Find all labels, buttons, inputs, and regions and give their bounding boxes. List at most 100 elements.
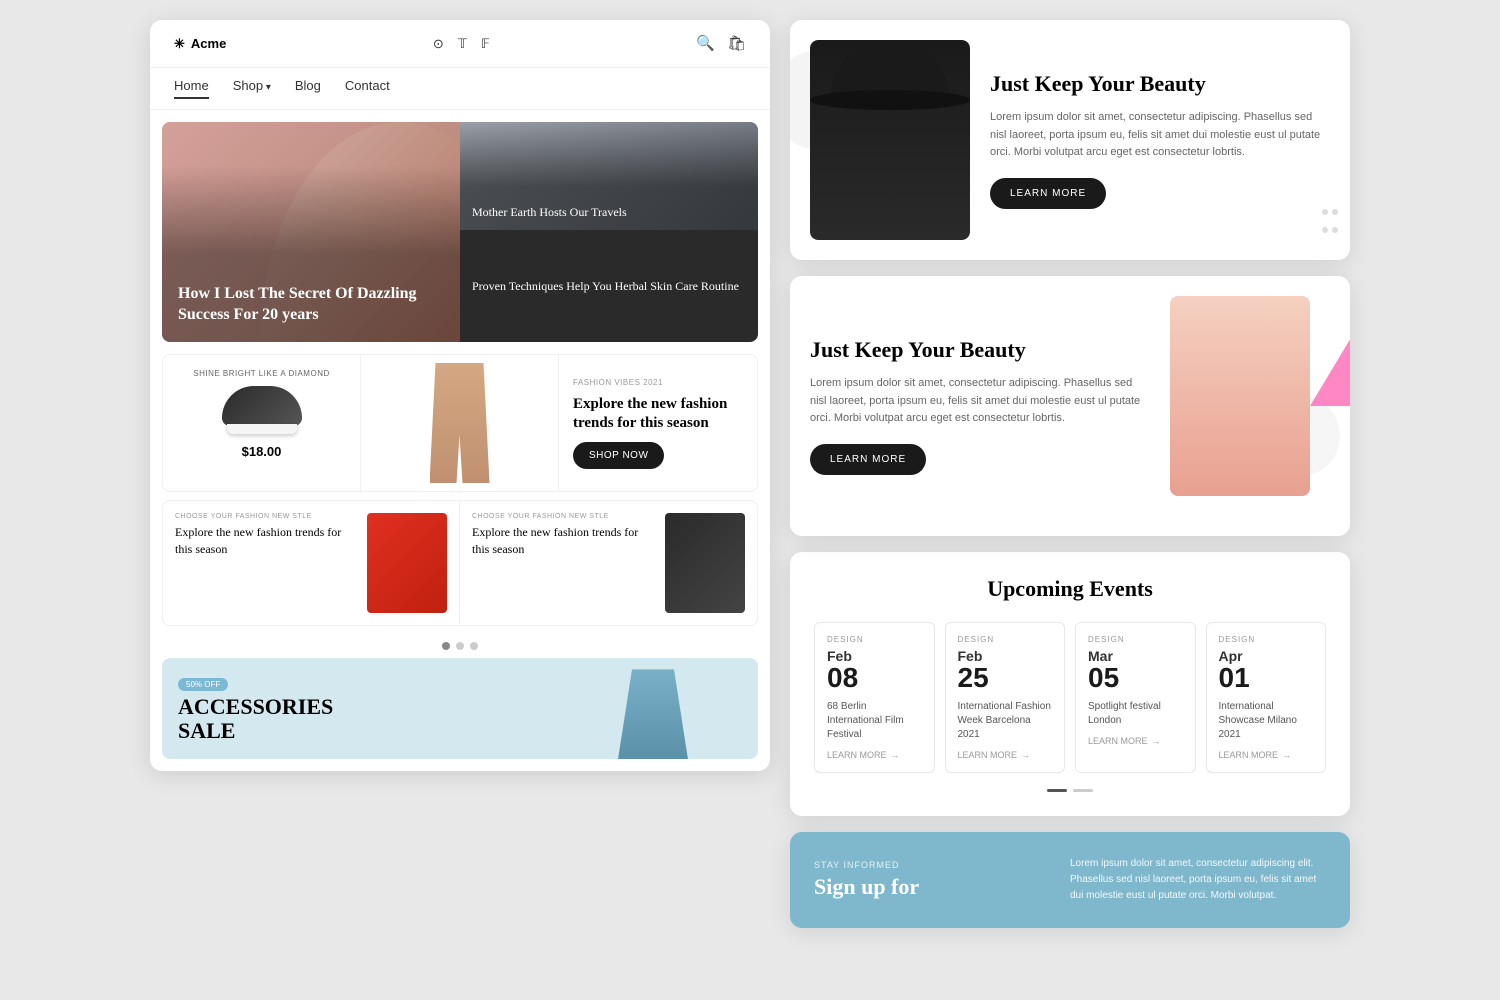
fashion-card-1-image — [367, 513, 447, 613]
products-section: SHINE BRIGHT LIKE A DIAMOND $18.00 FASHI… — [162, 354, 758, 492]
accessories-section: 50% OFF ACCESSORIES SALE — [162, 658, 758, 759]
event-2-day: 25 — [958, 664, 1053, 692]
black-coat-image — [665, 513, 745, 613]
beauty-top-section: Just Keep Your Beauty Lorem ipsum dolor … — [790, 20, 1350, 260]
events-title: Upcoming Events — [814, 576, 1326, 602]
event-card-4: DESIGN Apr 01 International Showcase Mil… — [1206, 622, 1327, 773]
product-pants-card — [361, 355, 559, 491]
carousel-dots — [150, 634, 770, 658]
events-pagination — [814, 789, 1326, 792]
page-dot-2[interactable] — [1073, 789, 1093, 792]
events-section: Upcoming Events DESIGN Feb 08 68 Berlin … — [790, 552, 1350, 816]
beauty-bottom-section: Just Keep Your Beauty Lorem ipsum dolor … — [790, 276, 1350, 536]
event-1-day: 08 — [827, 664, 922, 692]
accessories-figure — [618, 669, 698, 759]
instagram-icon[interactable]: ⊙ — [433, 36, 444, 52]
social-icons: ⊙ 𝕋 𝔽 — [433, 36, 490, 52]
beauty-model-left — [810, 40, 970, 240]
hero-top-right-card: Mother Earth Hosts Our Travels — [460, 122, 758, 230]
event-3-learn-more[interactable]: LEARN MORE → — [1088, 736, 1183, 746]
shoe-image — [222, 386, 302, 436]
header-action-icons: 🔍 🛍 — [696, 34, 746, 53]
promo-label: FASHION VIBES 2021 — [573, 378, 743, 387]
event-4-name: International Showcase Milano 2021 — [1219, 700, 1314, 742]
event-4-category: DESIGN — [1219, 635, 1314, 644]
shop-now-button[interactable]: SHOP NOW — [573, 442, 664, 469]
shoe-shape — [222, 386, 302, 426]
accessories-title: ACCESSORIES SALE — [178, 695, 333, 743]
accessories-text: 50% OFF ACCESSORIES SALE — [178, 674, 333, 743]
fashion-card-1-text: CHOOSE YOUR FASHION NEW STLE Explore the… — [175, 513, 359, 613]
event-1-learn-more[interactable]: LEARN MORE → — [827, 750, 922, 760]
right-panel: Just Keep Your Beauty Lorem ipsum dolor … — [790, 20, 1350, 928]
product-shoe-card: SHINE BRIGHT LIKE A DIAMOND $18.00 — [163, 355, 361, 491]
dot-2[interactable] — [456, 642, 464, 650]
black-coat-model — [810, 40, 970, 240]
facebook-icon[interactable]: 𝔽 — [481, 36, 490, 52]
beauty-bottom-description: Lorem ipsum dolor sit amet, consectetur … — [810, 375, 1150, 428]
nav-home[interactable]: Home — [174, 78, 209, 99]
fashion-card-2-description: Explore the new fashion trends for this … — [472, 524, 657, 558]
fashion-card-2-label: CHOOSE YOUR FASHION NEW STLE — [472, 513, 657, 520]
newsletter-description: Lorem ipsum dolor sit amet, consectetur … — [1070, 856, 1326, 904]
event-card-2: DESIGN Feb 25 International Fashion Week… — [945, 622, 1066, 773]
event-2-learn-more[interactable]: LEARN MORE → — [958, 750, 1053, 760]
twitter-icon[interactable]: 𝕋 — [458, 36, 467, 52]
dress-shape — [618, 669, 688, 759]
beauty-bottom-learn-more-button[interactable]: LEARN MORE — [810, 444, 926, 475]
beauty-bottom-text: Just Keep Your Beauty Lorem ipsum dolor … — [810, 337, 1150, 475]
nav-blog[interactable]: Blog — [295, 78, 321, 99]
logo-text: Acme — [191, 36, 226, 51]
dot-3[interactable] — [470, 642, 478, 650]
fashion-card-1-description: Explore the new fashion trends for this … — [175, 524, 359, 558]
nav-shop[interactable]: Shop — [233, 78, 271, 99]
beauty-top-learn-more-button[interactable]: LEARN MORE — [990, 178, 1106, 209]
newsletter-label: STAY INFORMED — [814, 860, 1070, 870]
logo: ✳ Acme — [174, 36, 226, 52]
newsletter-title: Sign up for — [814, 874, 1070, 900]
event-4-day: 01 — [1219, 664, 1314, 692]
dot-1[interactable] — [442, 642, 450, 650]
hero-top-right-text: Mother Earth Hosts Our Travels — [472, 205, 627, 220]
fashion-card-2: CHOOSE YOUR FASHION NEW STLE Explore the… — [460, 501, 757, 625]
newsletter-right: Lorem ipsum dolor sit amet, consectetur … — [1070, 856, 1326, 904]
model-hat — [830, 40, 950, 100]
fashion-card-2-image — [665, 513, 745, 613]
fashion-card-1: CHOOSE YOUR FASHION NEW STLE Explore the… — [163, 501, 460, 625]
event-4-learn-more[interactable]: LEARN MORE → — [1219, 750, 1314, 760]
event-1-name: 68 Berlin International Film Festival — [827, 700, 922, 742]
cart-icon[interactable]: 🛍 — [727, 34, 746, 53]
hero-section: How I Lost The Secret Of Dazzling Succes… — [162, 122, 758, 342]
pink-face-model — [1170, 296, 1310, 496]
shoe-price: $18.00 — [242, 444, 282, 459]
pants-shape — [430, 363, 490, 483]
hero-main-title: How I Lost The Secret Of Dazzling Succes… — [178, 284, 444, 326]
logo-asterisk: ✳ — [174, 36, 185, 52]
dots-decoration — [1320, 204, 1340, 240]
navigation: Home Shop Blog Contact — [150, 68, 770, 110]
page-dot-1[interactable] — [1047, 789, 1067, 792]
newsletter-section: STAY INFORMED Sign up for Lorem ipsum do… — [790, 832, 1350, 928]
event-1-category: DESIGN — [827, 635, 922, 644]
events-grid: DESIGN Feb 08 68 Berlin International Fi… — [814, 622, 1326, 773]
search-icon[interactable]: 🔍 — [696, 34, 715, 53]
hero-main-card: How I Lost The Secret Of Dazzling Succes… — [162, 122, 460, 342]
event-card-3: DESIGN Mar 05 Spotlight festival London … — [1075, 622, 1196, 773]
shoe-label: SHINE BRIGHT LIKE A DIAMOND — [193, 369, 330, 378]
nav-contact[interactable]: Contact — [345, 78, 390, 99]
red-dress-image — [367, 513, 447, 613]
fashion-card-2-text: CHOOSE YOUR FASHION NEW STLE Explore the… — [472, 513, 657, 613]
event-3-category: DESIGN — [1088, 635, 1183, 644]
hero-bottom-right-card: Proven Techniques Help You Herbal Skin C… — [460, 230, 758, 342]
event-2-category: DESIGN — [958, 635, 1053, 644]
beauty-bottom-title: Just Keep Your Beauty — [810, 337, 1150, 363]
fashion-card-1-label: CHOOSE YOUR FASHION NEW STLE — [175, 513, 359, 520]
fashion-cards-section: CHOOSE YOUR FASHION NEW STLE Explore the… — [162, 500, 758, 626]
hero-right-cards: Mother Earth Hosts Our Travels Proven Te… — [460, 122, 758, 342]
hero-main-text: How I Lost The Secret Of Dazzling Succes… — [178, 284, 444, 326]
product-promo-card: FASHION VIBES 2021 Explore the new fashi… — [559, 355, 757, 491]
hero-bottom-right-text: Proven Techniques Help You Herbal Skin C… — [472, 278, 739, 295]
event-3-day: 05 — [1088, 664, 1183, 692]
beauty-top-text: Just Keep Your Beauty Lorem ipsum dolor … — [990, 71, 1330, 209]
newsletter-left: STAY INFORMED Sign up for — [814, 860, 1070, 900]
